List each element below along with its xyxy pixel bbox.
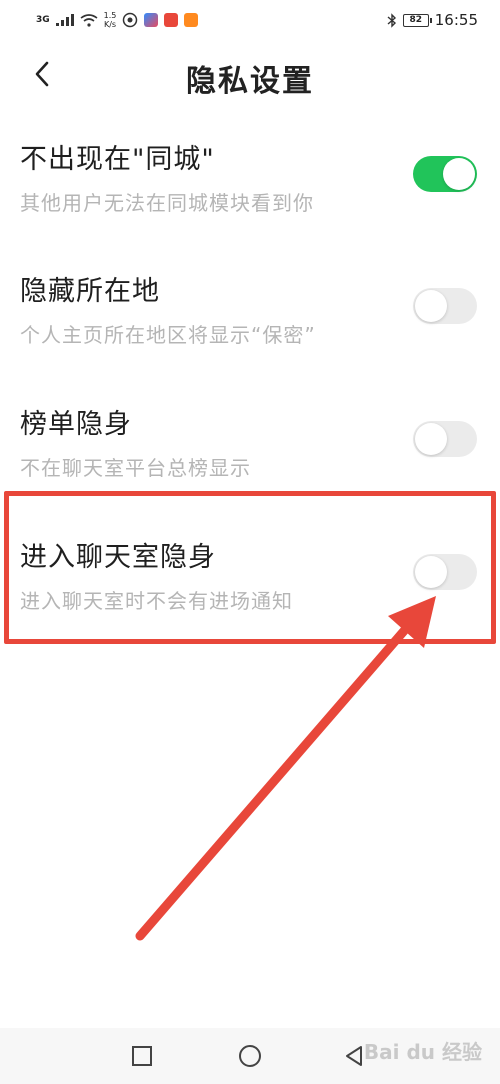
circle-icon bbox=[239, 1045, 261, 1067]
home-button[interactable] bbox=[236, 1042, 264, 1070]
triangle-back-icon bbox=[346, 1046, 362, 1066]
recent-apps-button[interactable] bbox=[128, 1042, 156, 1070]
watermark: Bai du 经验 bbox=[363, 1040, 482, 1064]
square-icon bbox=[132, 1046, 152, 1066]
annotation-arrow bbox=[135, 596, 436, 941]
